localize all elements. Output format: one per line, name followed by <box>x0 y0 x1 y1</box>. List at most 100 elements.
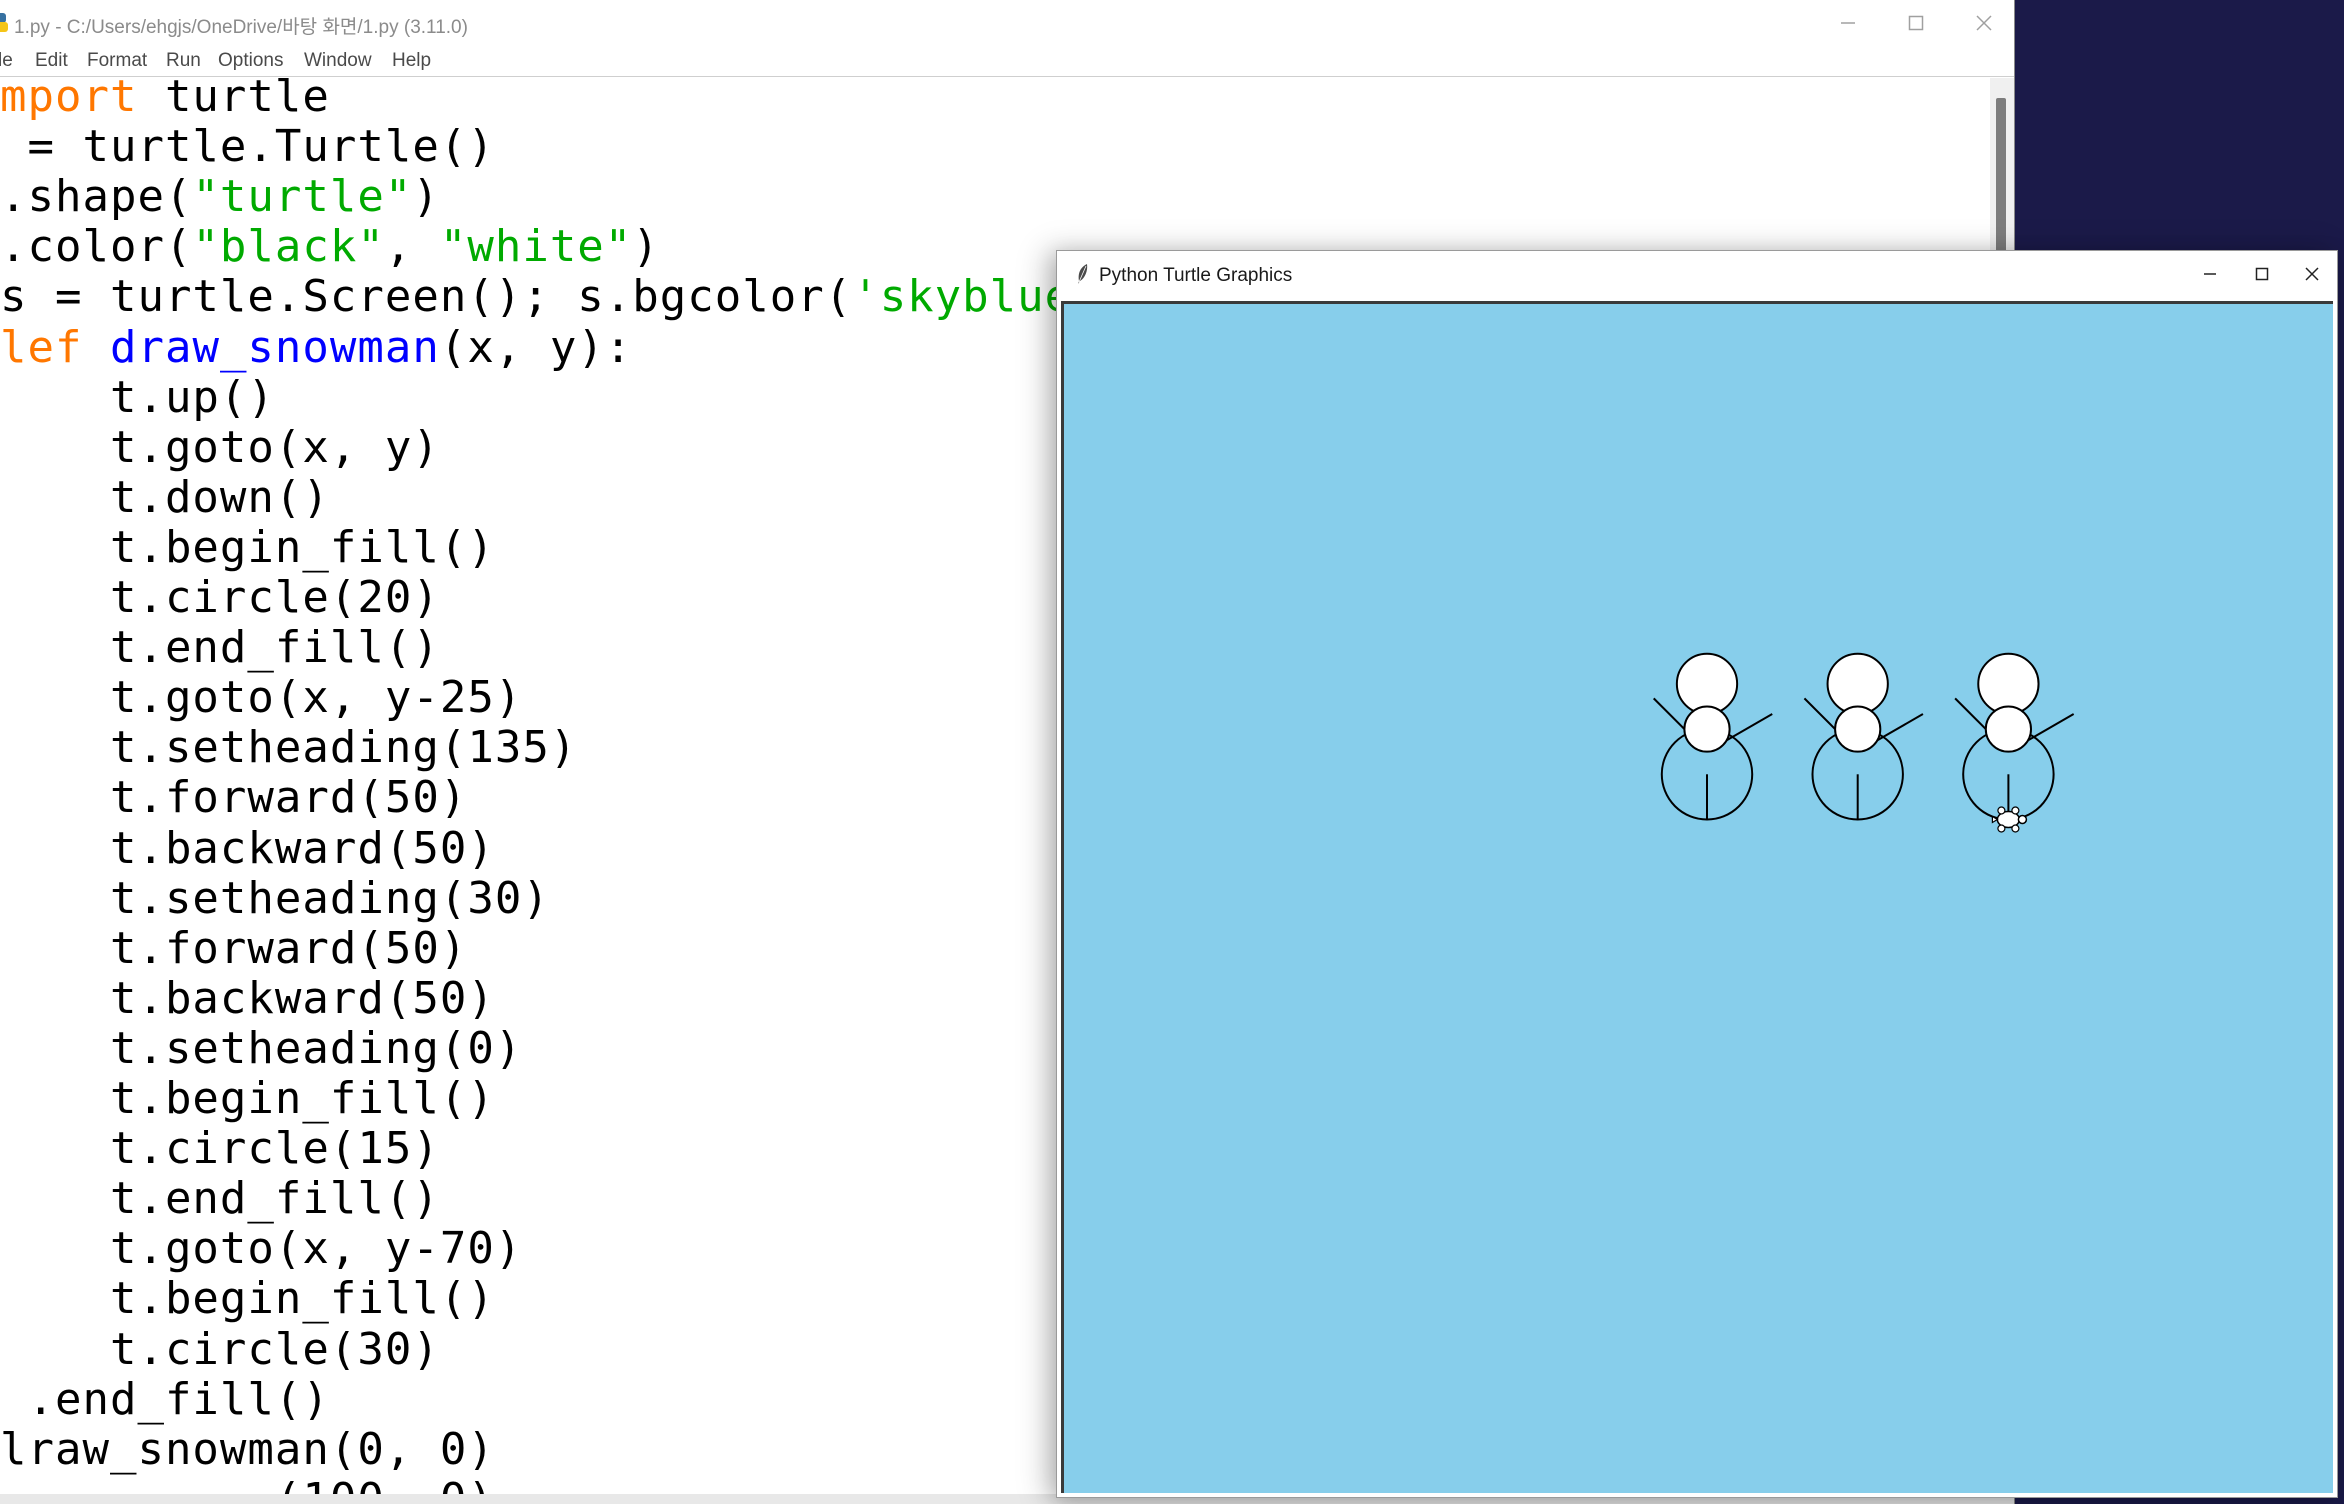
code-token: t.down() <box>0 471 330 523</box>
maximize-icon <box>2255 267 2269 281</box>
turtle-maximize-button[interactable] <box>2237 251 2287 297</box>
code-token: turtle <box>137 78 330 122</box>
turtle-window-title: Python Turtle Graphics <box>1099 265 1293 286</box>
feather-icon <box>1075 263 1091 289</box>
code-token: t.up() <box>0 371 275 423</box>
code-line: t.down() <box>0 471 330 523</box>
code-line: t.setheading(135) <box>0 723 577 773</box>
snowman-middle <box>1984 705 2033 753</box>
code-token: t.begin_fill() <box>0 521 495 573</box>
turtle-canvas <box>1061 301 2333 1493</box>
code-line: t.begin_fill() <box>0 521 495 573</box>
code-token: (100, 0) <box>0 1474 495 1496</box>
snowman-head <box>1675 652 1739 715</box>
code-line: t.backward(50) <box>0 822 495 874</box>
code-token: t.setheading(135) <box>0 722 578 774</box>
close-button[interactable] <box>1950 0 2014 46</box>
code-line: s = turtle.Screen(); s.bgcolor('skyblue'… <box>0 272 1155 322</box>
idle-titlebar[interactable]: 1.py - C:/Users/ehgjs/OneDrive/바탕 화면/1.p… <box>0 0 2014 48</box>
close-icon <box>2305 267 2319 281</box>
code-token: draw_snowman <box>109 321 440 373</box>
menu-help[interactable]: Help <box>392 50 431 72</box>
code-line: t.circle(20) <box>0 573 440 623</box>
code-line: .color("black", "white") <box>0 222 660 272</box>
code-token: lraw_snowman(0, 0) <box>0 1423 495 1475</box>
code-token: .shape( <box>0 171 193 223</box>
code-token: t.backward(50) <box>0 972 495 1024</box>
code-line: t.goto(x, y-25) <box>0 673 522 723</box>
turtle-minimize-button[interactable] <box>2185 251 2235 297</box>
menu-options[interactable]: Options <box>218 50 283 72</box>
minimize-icon <box>1841 22 1855 24</box>
snowman-middle <box>1834 705 1882 753</box>
code-token: t.setheading(30) <box>0 872 550 924</box>
code-token: t.setheading(0) <box>0 1022 523 1074</box>
code-line: lef draw_snowman(x, y): <box>0 321 633 373</box>
code-token: = turtle.Turtle() <box>0 121 495 173</box>
code-token: t.goto(x, y) <box>0 421 440 473</box>
menu-window[interactable]: Window <box>304 50 372 72</box>
turtle-graphics-window: Python Turtle Graphics <box>1056 250 2338 1498</box>
code-token: , <box>384 221 440 273</box>
code-token: .end_fill() <box>0 1373 330 1425</box>
code-token: (x, y): <box>439 321 633 373</box>
code-token: t.forward(50) <box>0 772 468 824</box>
code-line: t.setheading(30) <box>0 872 550 924</box>
code-token: .color( <box>0 221 193 273</box>
menu-format[interactable]: Format <box>87 50 147 72</box>
code-line: .shape("turtle") <box>0 172 440 222</box>
code-token: mport <box>0 78 138 122</box>
turtle-close-button[interactable] <box>2287 251 2337 297</box>
code-token: t.circle(15) <box>0 1123 440 1175</box>
code-line: mport turtle <box>0 78 330 122</box>
snowman-middle <box>1683 705 1731 753</box>
minimize-button[interactable] <box>1814 0 1882 46</box>
code-line: t.goto(x, y-70) <box>0 1224 522 1274</box>
code-line: t.setheading(0) <box>0 1022 523 1074</box>
menu-file[interactable]: le <box>0 50 13 72</box>
close-icon <box>1976 15 1992 31</box>
snowman-head <box>1826 652 1889 715</box>
code-line: .end_fill() <box>0 1373 330 1425</box>
code-line: t.begin_fill() <box>0 1274 495 1324</box>
code-token: t.forward(50) <box>0 922 468 974</box>
menu-edit[interactable]: Edit <box>35 50 68 72</box>
maximize-icon <box>1908 15 1924 31</box>
code-token: s = turtle.Screen(); s.bgcolor( <box>0 271 853 323</box>
window-title: 1.py - C:/Users/ehgjs/OneDrive/바탕 화면/1.p… <box>14 17 468 38</box>
code-line: t.end_fill() <box>0 623 440 673</box>
code-token: t.circle(30) <box>0 1323 440 1375</box>
code-line: lraw_snowman(0, 0) <box>0 1423 495 1475</box>
code-line: = turtle.Turtle() <box>0 122 495 172</box>
snowman-head <box>1977 652 2040 715</box>
turtle-titlebar[interactable]: Python Turtle Graphics <box>1057 251 2337 299</box>
code-line: t.forward(50) <box>0 922 468 974</box>
code-token: "white" <box>439 221 633 273</box>
code-token: "turtle" <box>192 171 413 223</box>
turtle-drawing <box>1653 652 2075 833</box>
python-icon <box>0 12 10 38</box>
code-token: "black" <box>192 221 385 273</box>
code-line: t.backward(50) <box>0 972 495 1024</box>
code-token: t.begin_fill() <box>0 1073 495 1124</box>
code-line: t.begin_fill() <box>0 1074 495 1124</box>
minimize-icon <box>2204 273 2216 275</box>
code-line: t.forward(50) <box>0 773 467 823</box>
code-token: t.backward(50) <box>0 822 495 874</box>
code-line: (100, 0) <box>0 1474 495 1496</box>
code-line: t.up() <box>0 371 275 423</box>
maximize-button[interactable] <box>1882 0 1950 46</box>
code-token: t.end_fill() <box>0 622 440 674</box>
code-token: ) <box>412 171 440 223</box>
code-token: t.end_fill() <box>0 1173 440 1225</box>
code-token: lef <box>0 321 83 373</box>
code-line: t.end_fill() <box>0 1174 440 1224</box>
code-token: t.begin_fill() <box>0 1273 495 1325</box>
menu-run[interactable]: Run <box>166 50 201 72</box>
code-line: t.circle(15) <box>0 1124 440 1174</box>
code-token: t.goto(x, y-25) <box>0 672 523 724</box>
code-token: t.circle(20) <box>0 572 440 623</box>
code-line: t.goto(x, y) <box>0 421 440 473</box>
code-token: ) <box>632 221 660 273</box>
